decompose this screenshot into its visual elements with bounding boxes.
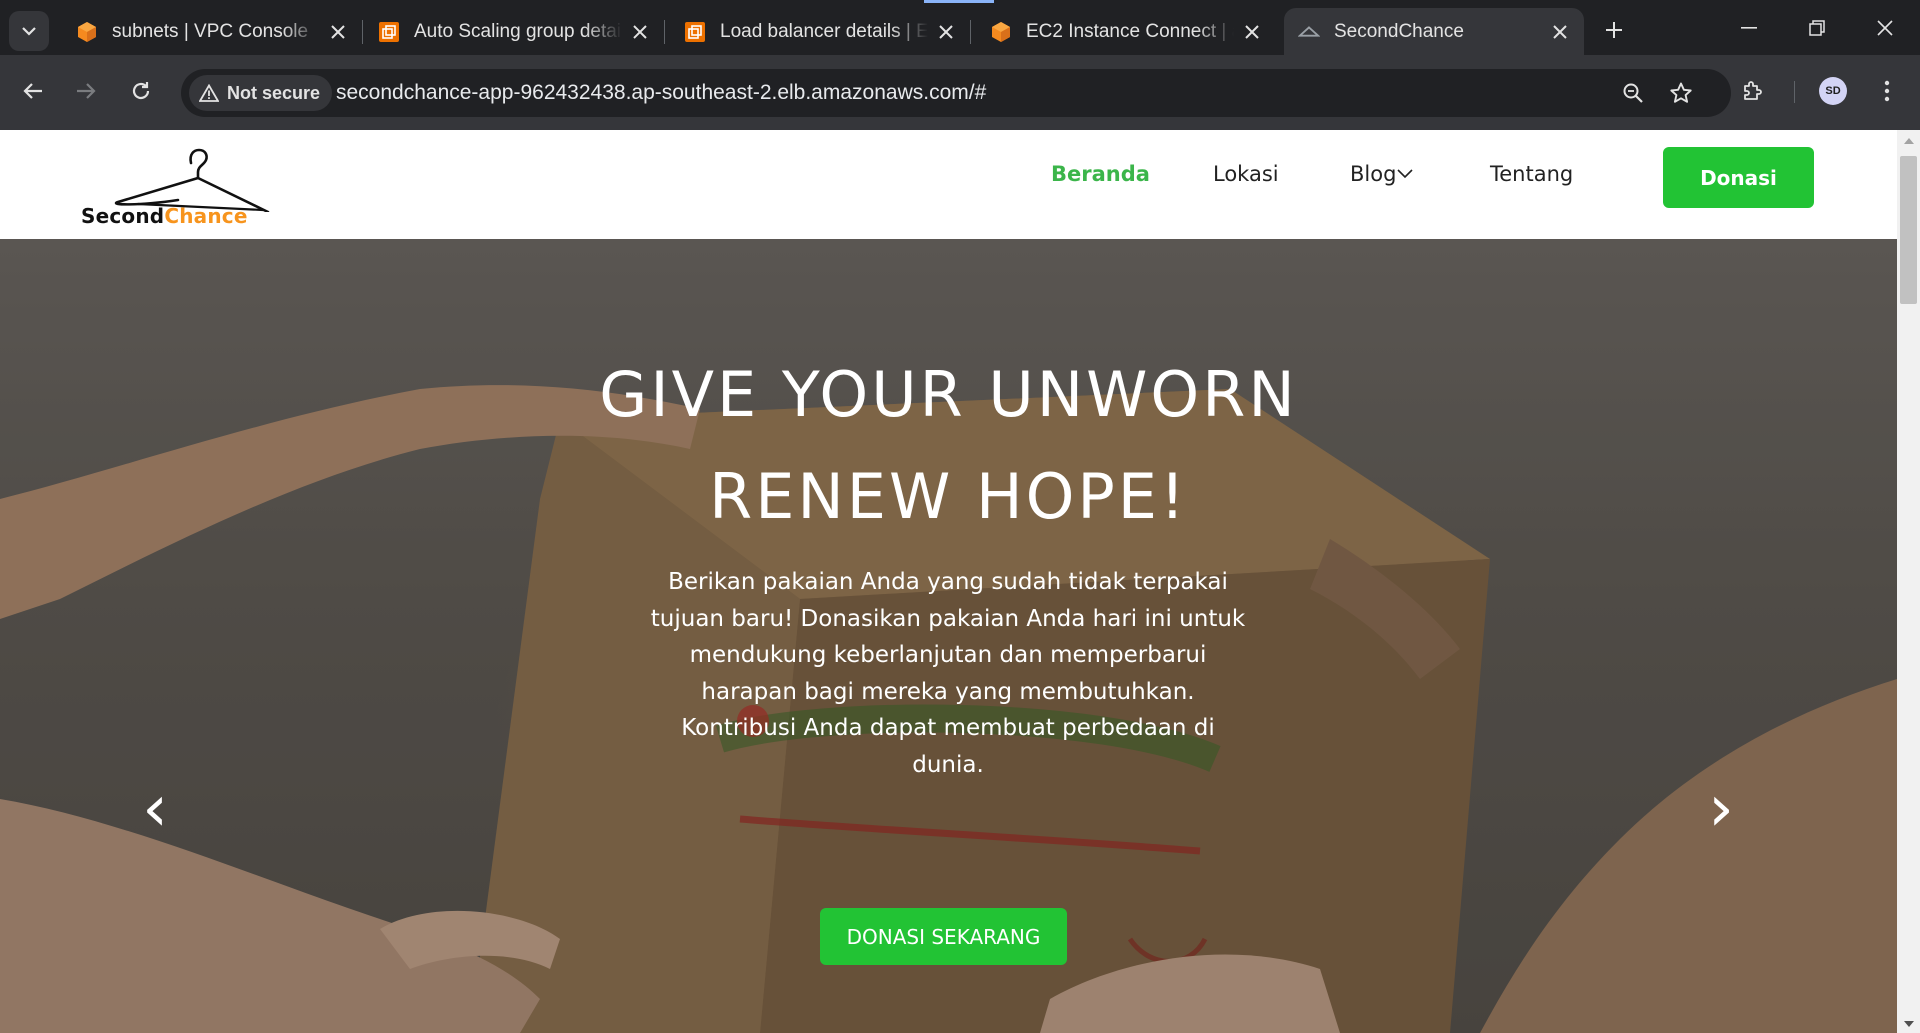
arrow-right-icon (77, 83, 96, 99)
security-chip[interactable]: Not secure (189, 75, 333, 111)
close-icon[interactable] (326, 20, 350, 44)
window-close-button[interactable] (1850, 0, 1920, 55)
browser-tab-active[interactable]: SecondChance (1284, 8, 1584, 55)
aws-ec2-icon (684, 21, 706, 43)
carousel-prev-label: ‹ (142, 772, 168, 846)
close-icon[interactable] (628, 20, 652, 44)
close-icon[interactable] (1548, 20, 1572, 44)
reload-icon (132, 82, 150, 100)
carousel-next-label: › (1708, 772, 1734, 846)
close-icon[interactable] (934, 20, 958, 44)
nav-lokasi[interactable]: Lokasi (1213, 162, 1279, 186)
forward-button[interactable] (66, 71, 106, 111)
tab-title: SecondChance (1334, 20, 1464, 42)
browser-tab[interactable]: subnets | VPC Console (62, 8, 363, 55)
reload-button[interactable] (121, 71, 161, 111)
hero-heading-line2: RENEW HOPE! (709, 460, 1188, 533)
tab-title: EC2 Instance Connect | ap-southeast-2 (1026, 20, 1234, 42)
security-chip-label: Not secure (227, 82, 321, 103)
profile-avatar[interactable]: SD (1819, 77, 1847, 105)
tab-title: Load balancer details | EC2 (720, 20, 928, 42)
hanger-icon (114, 148, 270, 212)
hero-heading: GIVE YOUR UNWORN RENEW HOPE! (300, 344, 1597, 548)
restore-icon (1809, 19, 1825, 36)
tab-search-button[interactable] (9, 11, 49, 51)
hero-heading-line1: GIVE YOUR UNWORN (599, 358, 1298, 431)
scroll-down-arrow-icon[interactable] (1897, 1017, 1920, 1031)
chevron-down-icon (22, 26, 36, 36)
donasi-sekarang-button[interactable]: DONASI SEKARANG (820, 908, 1067, 965)
nav-tentang[interactable]: Tentang (1490, 162, 1573, 186)
donasi-button[interactable]: Donasi (1663, 147, 1814, 208)
kebab-menu-icon[interactable] (1869, 73, 1905, 109)
minimize-button[interactable] (1714, 0, 1784, 55)
aws-orange-cube-icon (990, 21, 1012, 43)
arrow-left-icon (23, 83, 42, 99)
warning-triangle-icon (199, 84, 219, 102)
logo-wordmark: SecondChance (81, 204, 248, 228)
tab-title: subnets | VPC Console (112, 20, 309, 42)
chevron-down-icon (1397, 169, 1413, 179)
toolbar-divider (1794, 81, 1795, 103)
close-icon[interactable] (1240, 20, 1264, 44)
aws-ec2-icon (378, 21, 400, 43)
carousel-next-arrow[interactable]: › (1696, 772, 1746, 846)
browser-toolbar: Not secure secondchance-app-962432438.ap… (0, 55, 1920, 130)
carousel-prev-arrow[interactable]: ‹ (130, 772, 180, 846)
close-icon (1877, 19, 1893, 36)
browser-tab[interactable]: Load balancer details | EC2 (670, 8, 971, 55)
page-viewport: SecondChance Beranda Lokasi Blog Tentang… (0, 130, 1897, 1033)
scrollbar-thumb[interactable] (1900, 156, 1917, 304)
browser-tab[interactable]: Auto Scaling group details | EC2 (364, 8, 665, 55)
tab-loading-indicator (924, 0, 994, 3)
browser-tab[interactable]: EC2 Instance Connect | ap-southeast-2 (976, 8, 1276, 55)
back-button[interactable] (13, 71, 53, 111)
logo-word-chance: Chance (164, 204, 248, 228)
aws-orange-cube-icon (76, 21, 98, 43)
page-scrollbar[interactable] (1897, 130, 1920, 1033)
new-tab-button[interactable] (1597, 13, 1631, 47)
hanger-icon (1298, 21, 1320, 43)
nav-blog: Blog (1350, 162, 1397, 186)
logo-word-second: Second (81, 204, 165, 228)
minimize-icon (1741, 26, 1757, 29)
zoom-icon[interactable] (1618, 78, 1648, 108)
site-navbar: SecondChance Beranda Lokasi Blog Tentang… (0, 130, 1897, 239)
restore-button[interactable] (1782, 0, 1852, 55)
bookmark-star-icon[interactable] (1666, 78, 1696, 108)
scroll-up-arrow-icon[interactable] (1897, 134, 1920, 148)
site-logo[interactable]: SecondChance (78, 140, 278, 230)
tab-strip: subnets | VPC Console Auto Scaling group… (0, 0, 1920, 55)
tab-separator (362, 20, 363, 44)
hero-description: Berikan pakaian Anda yang sudah tidak te… (650, 569, 1246, 778)
tab-separator (664, 20, 665, 44)
plus-icon (1606, 22, 1622, 38)
address-bar[interactable]: Not secure secondchance-app-962432438.ap… (181, 69, 1731, 117)
extensions-puzzle-icon[interactable] (1735, 73, 1771, 109)
nav-beranda[interactable]: Beranda (1051, 162, 1150, 186)
tab-separator (970, 20, 971, 44)
tab-title: Auto Scaling group details | EC2 (414, 20, 622, 42)
nav-blog-dropdown[interactable]: Blog (1350, 162, 1413, 186)
url-text[interactable]: secondchance-app-962432438.ap-southeast-… (336, 81, 986, 105)
